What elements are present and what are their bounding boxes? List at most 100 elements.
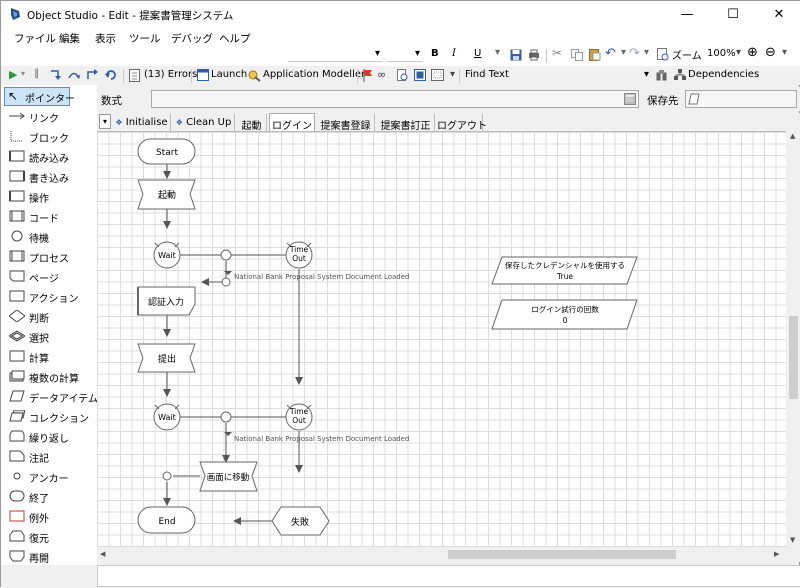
palette-item-block[interactable]: ブロック <box>1 127 95 146</box>
pause-icon[interactable]: ‖ <box>34 68 39 79</box>
zoom-in-icon[interactable]: ⊕ <box>747 45 758 60</box>
vertical-scroll-thumb[interactable] <box>789 316 798 399</box>
expression-input[interactable] <box>151 90 639 108</box>
search-document-icon[interactable] <box>397 69 409 82</box>
validate-icon[interactable] <box>414 69 426 81</box>
step-icon[interactable] <box>50 69 63 81</box>
palette-item-loop[interactable]: 繰り返し <box>1 427 95 446</box>
chevron-down-icon[interactable]: ▾ <box>782 47 787 58</box>
undo-icon[interactable]: ↶ <box>605 46 616 61</box>
tab-initialise[interactable]: ❖ Initialise <box>113 114 171 131</box>
tab-cleanup[interactable]: ❖ Clean Up <box>173 114 235 131</box>
tab-proposal-correct[interactable]: 提案書訂正 <box>377 114 435 132</box>
copy-icon[interactable] <box>571 49 583 61</box>
horizontal-scrollbar[interactable]: ◀ ▶ <box>97 547 786 562</box>
palette-item-write[interactable]: 書き込み <box>1 167 95 186</box>
maximize-button[interactable]: ☐ <box>711 1 755 28</box>
palette-item-calculation[interactable]: 計算 <box>1 347 95 366</box>
dependencies-button[interactable]: Dependencies <box>688 69 759 80</box>
condition-anchor-2[interactable] <box>220 411 232 423</box>
fit-page-icon[interactable] <box>431 69 444 81</box>
link-anchor-1[interactable] <box>221 277 231 287</box>
palette-item-multi-calc[interactable]: 複数の計算 <box>1 367 95 386</box>
condition-anchor-1[interactable] <box>220 249 232 261</box>
chevron-down-icon[interactable]: ▾ <box>621 47 626 58</box>
minimize-button[interactable]: — <box>665 1 709 28</box>
reset-icon[interactable] <box>105 69 118 81</box>
application-modeller-button[interactable]: Application Modeller <box>263 69 365 80</box>
submit-stage[interactable]: 提出 <box>137 343 196 373</box>
zoom-value[interactable]: 100% <box>707 48 736 59</box>
data-item-login-attempts[interactable]: ログイン試行の回数 0 <box>491 299 638 330</box>
cut-icon[interactable]: ✂ <box>552 46 562 60</box>
errors-button[interactable]: (13) Errors <box>144 69 197 80</box>
redo-icon[interactable]: ↷ <box>629 46 640 61</box>
palette-item-navigate[interactable]: 操作 <box>1 187 95 206</box>
navigate-stage[interactable]: 画面に移動 <box>199 461 258 492</box>
palette-item-end[interactable]: 終了 <box>1 487 95 506</box>
palette-item-wait[interactable]: 待機 <box>1 227 95 246</box>
tab-login[interactable]: ログイン <box>269 113 315 132</box>
tab-proposal-register[interactable]: 提案書登録 <box>317 114 375 132</box>
tab-list-dropdown[interactable]: ▾ <box>99 114 111 129</box>
palette-item-collection[interactable]: コレクション <box>1 407 95 426</box>
auth-input-stage[interactable]: 認証入力 <box>137 286 196 316</box>
scroll-down-icon[interactable]: ▼ <box>790 536 795 544</box>
chevron-down-icon[interactable]: ▾ <box>21 69 25 78</box>
scroll-right-icon[interactable]: ▶ <box>774 550 779 558</box>
calculator-icon[interactable] <box>624 93 636 105</box>
close-button[interactable]: ✕ <box>757 1 800 28</box>
binoculars-icon[interactable] <box>656 69 668 82</box>
launch-button[interactable]: Launch <box>211 69 247 80</box>
fail-stage[interactable]: 失敗 <box>271 506 330 536</box>
start-stage[interactable]: Start <box>137 138 196 165</box>
save-icon[interactable] <box>510 49 522 61</box>
wait-stage-2[interactable]: Wait <box>153 403 181 431</box>
palette-item-anchor[interactable]: アンカー <box>1 467 95 486</box>
data-item-use-saved-credential[interactable]: 保存したクレデンシャルを使用する True <box>491 256 638 285</box>
vertical-scrollbar[interactable]: ▲ ▼ <box>786 131 800 547</box>
tab-logout[interactable]: ログアウト <box>437 114 487 132</box>
chevron-down-icon[interactable]: ▾ <box>644 47 649 58</box>
palette-item-link[interactable]: リンク <box>1 107 95 126</box>
font-size-dropdown[interactable]: ▾ <box>387 47 423 62</box>
font-family-dropdown[interactable]: ▾ <box>288 47 383 62</box>
palette-item-read[interactable]: 読み込み <box>1 147 95 166</box>
scroll-up-icon[interactable]: ▲ <box>790 132 795 140</box>
palette-item-action[interactable]: アクション <box>1 287 95 306</box>
store-in-input[interactable] <box>685 90 797 108</box>
palette-item-note[interactable]: 注記 <box>1 447 95 466</box>
palette-item-code[interactable]: コード <box>1 207 95 226</box>
breakpoint-flag-icon[interactable] <box>363 69 373 82</box>
print-icon[interactable] <box>528 49 540 61</box>
process-canvas[interactable]: Start 起動 Wait Time Out National Bank Pro… <box>97 131 786 547</box>
launch-stage[interactable]: 起動 <box>137 179 196 210</box>
tab-launch[interactable]: 起動 <box>237 114 267 132</box>
find-text-input[interactable]: ▾ <box>519 68 651 83</box>
paste-icon[interactable] <box>589 48 601 61</box>
zoom-out-icon[interactable]: ⊖ <box>765 45 776 60</box>
watch-icon[interactable]: ∞ <box>377 68 386 81</box>
palette-item-resume[interactable]: 再開 <box>1 547 95 566</box>
palette-item-pointer[interactable]: ↖ ポインター <box>4 87 75 106</box>
step-over-icon[interactable] <box>68 69 81 81</box>
palette-item-choice[interactable]: 選択 <box>1 327 95 346</box>
end-stage[interactable]: End <box>137 506 196 534</box>
chevron-down-icon[interactable]: ▾ <box>450 69 455 80</box>
timeout-stage-1[interactable]: Time Out <box>285 241 313 269</box>
palette-item-page[interactable]: ページ <box>1 267 95 286</box>
underline-button[interactable]: U <box>474 48 481 59</box>
run-icon[interactable]: ▶ <box>9 68 17 81</box>
palette-item-exception[interactable]: 例外 <box>1 507 95 526</box>
wait-stage-1[interactable]: Wait <box>153 241 181 269</box>
palette-item-decision[interactable]: 判断 <box>1 307 95 326</box>
scroll-left-icon[interactable]: ◀ <box>100 550 105 558</box>
italic-button[interactable]: I <box>452 48 456 59</box>
palette-item-process[interactable]: プロセス <box>1 247 95 266</box>
step-out-icon[interactable] <box>86 69 99 81</box>
chevron-down-icon[interactable]: ▾ <box>736 47 741 58</box>
link-anchor-2[interactable] <box>162 471 172 481</box>
palette-item-recover[interactable]: 復元 <box>1 527 95 546</box>
palette-item-data-item[interactable]: データアイテム <box>1 387 98 406</box>
bold-button[interactable]: B <box>431 48 439 59</box>
